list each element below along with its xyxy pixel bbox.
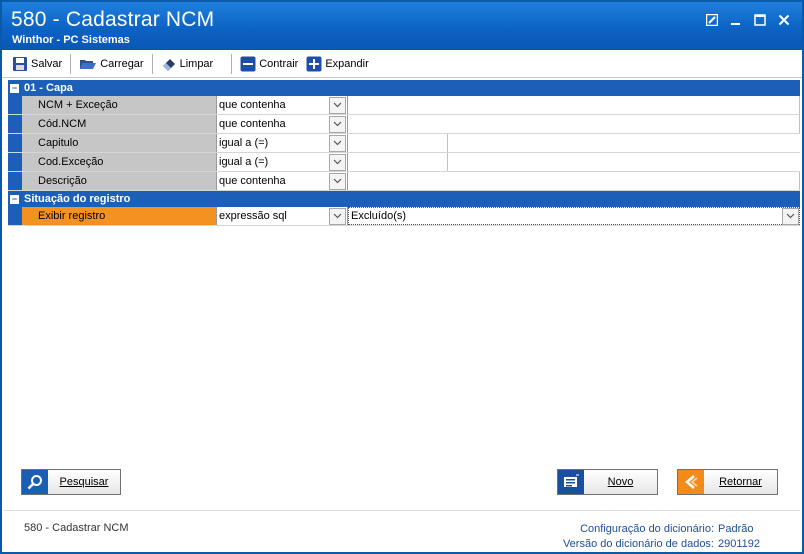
version-value: 2901192 (718, 538, 761, 550)
footer-divider (4, 510, 800, 511)
load-label: Carregar (100, 57, 144, 70)
version-label: Versão do dicionário de dados: (562, 538, 714, 550)
folder-open-icon (80, 59, 97, 69)
filter-label: Descrição (22, 172, 217, 190)
filter-row-descricao: Descrição que contenha (8, 172, 800, 191)
window-title: 580 - Cadastrar NCM (11, 8, 215, 31)
filter-value-input[interactable] (348, 115, 800, 133)
filter-label: Exibir registro (22, 207, 217, 225)
save-button[interactable]: Salvar (8, 53, 66, 75)
record-status-select[interactable]: Excluído(s) (348, 207, 800, 225)
footer-routine-name: 580 - Cadastrar NCM (24, 522, 129, 534)
load-button[interactable]: Carregar (75, 53, 147, 75)
minus-icon (240, 56, 256, 71)
maximize-icon[interactable] (748, 11, 772, 29)
collapse-toggle-icon[interactable]: − (10, 83, 19, 93)
chevron-down-icon[interactable] (329, 207, 346, 225)
filter-value-input[interactable] (348, 96, 800, 114)
toolbar-divider (70, 53, 72, 74)
close-icon[interactable] (772, 11, 796, 29)
collapse-toggle-icon[interactable]: − (10, 194, 19, 204)
edit-window-icon[interactable] (700, 11, 724, 29)
chevron-down-icon[interactable] (329, 172, 346, 190)
new-record-icon (558, 470, 584, 494)
main-window: 580 - Cadastrar NCM Winthor - PC Sistema… (0, 0, 804, 554)
section-title: Situação do registro (24, 193, 131, 205)
minimize-icon[interactable] (724, 11, 748, 29)
filter-row-exibir-registro: Exibir registro expressão sql Excluído(s… (8, 207, 800, 226)
back-label: Retornar (719, 476, 762, 488)
plus-icon (306, 56, 322, 71)
window-subtitle: Winthor - PC Sistemas (12, 34, 130, 46)
chevron-down-icon[interactable] (329, 96, 346, 114)
toolbar-divider (231, 53, 233, 74)
operator-select[interactable]: igual a (=) (217, 134, 348, 152)
toolbar: Salvar Carregar Limpar Contrair Expandir (2, 50, 802, 78)
config-label: Configuração do dicionário: (580, 523, 714, 535)
save-label: Salvar (31, 57, 63, 70)
filter-value-input[interactable] (348, 172, 800, 190)
back-arrow-icon (678, 470, 704, 494)
operator-select[interactable]: que contenha (217, 96, 348, 114)
collapse-label: Contrair (259, 57, 299, 70)
clear-label: Limpar (179, 57, 214, 70)
clear-button[interactable]: Limpar (157, 53, 218, 75)
filter-label: Capitulo (22, 134, 217, 152)
filter-value-from-input[interactable] (348, 153, 448, 171)
filter-value-from-input[interactable] (348, 134, 448, 152)
new-label: Novo (607, 476, 634, 488)
eraser-icon (162, 58, 175, 71)
expand-label: Expandir (325, 57, 369, 70)
operator-select[interactable]: que contenha (217, 115, 348, 133)
floppy-disk-icon (13, 56, 27, 71)
filter-grid: − 01 - Capa NCM + Exceção que contenha C… (8, 80, 800, 226)
filter-row-cod-ncm: Cód.NCM que contenha (8, 115, 800, 134)
back-button[interactable]: Retornar (677, 469, 778, 495)
filter-row-capitulo: Capitulo igual a (=) (8, 134, 800, 153)
filter-value-to-input[interactable] (448, 134, 800, 152)
filter-row-ncm-excecao: NCM + Exceção que contenha (8, 96, 800, 115)
chevron-down-icon[interactable] (329, 153, 346, 171)
section-header-situacao[interactable]: − Situação do registro (8, 191, 800, 207)
operator-select[interactable]: expressão sql (217, 207, 348, 225)
chevron-down-icon[interactable] (329, 134, 346, 152)
collapse-button[interactable]: Contrair (236, 53, 302, 75)
footer-dictionary-info: Configuração do dicionário: Padrão Versão… (562, 522, 761, 552)
search-label: Pesquisar (59, 476, 109, 488)
filter-label: Cód.NCM (22, 115, 217, 133)
search-button[interactable]: Pesquisar (21, 469, 121, 495)
chevron-down-icon[interactable] (782, 207, 799, 225)
config-value: Padrão (718, 523, 754, 535)
section-title: 01 - Capa (24, 82, 73, 94)
title-bar: 580 - Cadastrar NCM Winthor - PC Sistema… (2, 2, 802, 50)
section-header-capa[interactable]: − 01 - Capa (8, 80, 800, 96)
window-controls (700, 11, 796, 29)
operator-select[interactable]: igual a (=) (217, 153, 348, 171)
filter-value-to-input[interactable] (448, 153, 800, 171)
expand-button[interactable]: Expandir (302, 53, 372, 75)
new-button[interactable]: Novo (557, 469, 658, 495)
chevron-down-icon[interactable] (329, 115, 346, 133)
toolbar-divider (151, 53, 153, 74)
magnifier-icon (22, 470, 48, 494)
filter-row-cod-excecao: Cod.Exceção igual a (=) (8, 153, 800, 172)
filter-label: NCM + Exceção (22, 96, 217, 114)
operator-select[interactable]: que contenha (217, 172, 348, 190)
filter-label: Cod.Exceção (22, 153, 217, 171)
